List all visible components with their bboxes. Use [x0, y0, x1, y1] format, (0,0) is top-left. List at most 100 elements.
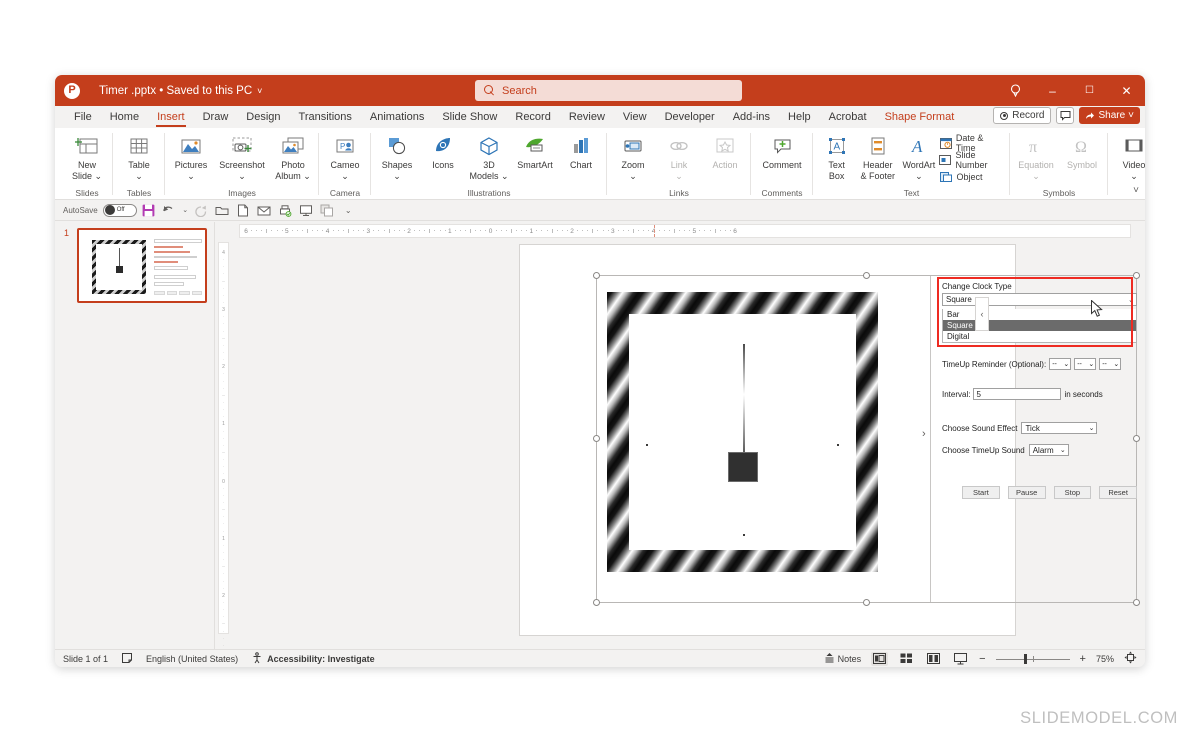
zoom-slider[interactable]: [995, 653, 1070, 665]
duplicate-icon[interactable]: [318, 201, 337, 220]
equation-button[interactable]: π Equation ⌄: [1013, 131, 1059, 181]
ribbon-tab-insert[interactable]: Insert: [148, 106, 194, 128]
zoom-level-label[interactable]: 75%: [1096, 654, 1114, 664]
horizontal-ruler[interactable]: 6543210123456: [239, 224, 1131, 238]
ribbon-tab-view[interactable]: View: [614, 106, 656, 128]
stop-button[interactable]: Stop: [1053, 486, 1092, 499]
ribbon-tab-transitions[interactable]: Transitions: [290, 106, 361, 128]
ribbon-tab-record[interactable]: Record: [506, 106, 559, 128]
ribbon-tab-draw[interactable]: Draw: [194, 106, 238, 128]
wordart-button[interactable]: A WordArt ⌄: [898, 131, 939, 181]
search-box[interactable]: [475, 80, 742, 101]
text-box-button[interactable]: A Text Box: [816, 131, 857, 181]
save-icon[interactable]: [139, 201, 158, 220]
link-button[interactable]: Link ⌄: [656, 131, 702, 181]
zoom-out-button[interactable]: −: [979, 653, 985, 665]
language-label[interactable]: English (United States): [146, 654, 238, 664]
smartart-button[interactable]: SmartArt: [512, 131, 558, 171]
notes-button[interactable]: Notes: [824, 652, 861, 665]
interval-input[interactable]: 5: [973, 388, 1062, 400]
share-button[interactable]: Share ˅: [1079, 107, 1140, 124]
autosave-toggle[interactable]: Off: [102, 203, 137, 217]
zoom-button[interactable]: Zoom ⌄: [610, 131, 656, 181]
vertical-ruler[interactable]: 4 · · · – · · · 3 · · · – · · · 2 · · · – · · · 1 · · · – · · · 0 · · · – · · ·…: [215, 222, 231, 656]
open-folder-icon[interactable]: [213, 201, 232, 220]
icons-button[interactable]: Icons: [420, 131, 466, 171]
square-clock-graphic[interactable]: [607, 292, 878, 572]
resize-handle-top-left[interactable]: [593, 272, 600, 279]
chart-button[interactable]: Chart: [558, 131, 604, 171]
comment-button[interactable]: Comment: [754, 131, 810, 171]
ribbon-tab-home[interactable]: Home: [101, 106, 148, 128]
search-input[interactable]: [502, 84, 702, 97]
ribbon-tab-animations[interactable]: Animations: [361, 106, 433, 128]
print-preview-icon[interactable]: [276, 201, 295, 220]
ribbon-tab-review[interactable]: Review: [560, 106, 614, 128]
title-chevron-down-icon[interactable]: ˅: [257, 86, 262, 96]
record-button[interactable]: Record: [993, 107, 1052, 124]
zoom-slider-thumb[interactable]: [1023, 653, 1027, 664]
resize-handle-bottom-left[interactable]: [593, 599, 600, 606]
resize-handle-bottom-right[interactable]: [1133, 599, 1140, 606]
cameo-button[interactable]: P Cameo ⌄: [322, 131, 368, 181]
3d-models-button[interactable]: 3D Models ⌄: [466, 131, 512, 181]
ribbon-tab-developer[interactable]: Developer: [656, 106, 724, 128]
slideshow-button[interactable]: [952, 652, 969, 666]
ribbon-tab-file[interactable]: File: [65, 106, 101, 128]
date-time-button[interactable]: Date & Time: [939, 133, 1007, 153]
minimize-button[interactable]: –: [1034, 75, 1071, 106]
ribbon-tab-help[interactable]: Help: [779, 106, 820, 128]
resize-handle-bottom-center[interactable]: [862, 599, 870, 606]
zoom-in-button[interactable]: +: [1080, 653, 1086, 665]
comments-button[interactable]: [1056, 107, 1075, 124]
collapse-ribbon-button[interactable]: ˅: [1133, 185, 1139, 196]
customize-qat-icon[interactable]: ⌄: [339, 201, 358, 220]
reading-view-button[interactable]: [925, 652, 942, 666]
reminder-minutes-select[interactable]: -- ⌄: [1074, 358, 1097, 370]
panel-expand-left-icon[interactable]: ›: [922, 428, 926, 440]
close-button[interactable]: ✕: [1108, 75, 1145, 106]
photo-album-button[interactable]: Photo Album ⌄: [270, 131, 316, 181]
notes-page-icon[interactable]: [121, 652, 133, 666]
slide-number-button[interactable]: Slide Number: [939, 150, 1007, 170]
reset-button[interactable]: Reset: [1099, 486, 1137, 499]
symbol-button[interactable]: Ω Symbol: [1059, 131, 1105, 171]
slide-canvas[interactable]: › Change Clock Type Square ⌄ Bar Square …: [519, 244, 1140, 636]
reminder-hours-select[interactable]: -- ⌄: [1049, 358, 1072, 370]
screenshot-button[interactable]: Screenshot ⌄: [214, 131, 270, 181]
ruler-indent-marker[interactable]: [653, 225, 655, 237]
ribbon-tab-add-ins[interactable]: Add-ins: [724, 106, 779, 128]
start-button[interactable]: Start: [962, 486, 1000, 499]
panel-collapse-right-button[interactable]: ‹: [975, 297, 989, 331]
undo-dropdown-icon[interactable]: ⌄: [181, 201, 190, 220]
account-badge-icon[interactable]: [997, 75, 1034, 106]
undo-icon[interactable]: [160, 201, 179, 220]
start-slideshow-icon[interactable]: [297, 201, 316, 220]
new-file-icon[interactable]: [234, 201, 253, 220]
accessibility-status[interactable]: Accessibility: Investigate: [267, 654, 375, 664]
ribbon-tab-shape-format[interactable]: Shape Format: [876, 106, 964, 128]
slide-sorter-button[interactable]: [898, 652, 915, 666]
maximize-button[interactable]: ☐: [1071, 75, 1108, 106]
ribbon-tab-acrobat[interactable]: Acrobat: [820, 106, 876, 128]
resize-handle-middle-left[interactable]: [593, 435, 600, 442]
table-button[interactable]: Table ⌄: [116, 131, 162, 181]
sound-effect-select[interactable]: Tick ⌄: [1021, 422, 1098, 434]
ribbon-tab-slide-show[interactable]: Slide Show: [433, 106, 506, 128]
normal-view-button[interactable]: [871, 651, 889, 666]
resize-handle-top-right[interactable]: [1133, 272, 1140, 279]
ribbon-tab-design[interactable]: Design: [237, 106, 289, 128]
redo-icon[interactable]: [192, 201, 211, 220]
reminder-seconds-select[interactable]: -- ⌄: [1099, 358, 1122, 370]
pause-button[interactable]: Pause: [1007, 486, 1046, 499]
pictures-button[interactable]: Pictures ⌄: [168, 131, 214, 181]
new-slide-button[interactable]: New Slide ⌄: [64, 131, 110, 181]
selected-object-bounds[interactable]: › Change Clock Type Square ⌄ Bar Square …: [593, 272, 1140, 606]
email-icon[interactable]: [255, 201, 274, 220]
slide-thumbnail-1[interactable]: [77, 228, 207, 303]
fit-slide-icon[interactable]: [1124, 651, 1137, 666]
object-button[interactable]: Object: [939, 169, 1007, 185]
video-button[interactable]: Video ⌄: [1111, 131, 1145, 181]
resize-handle-top-center[interactable]: [862, 272, 870, 279]
header-footer-button[interactable]: Header & Footer: [857, 131, 898, 181]
